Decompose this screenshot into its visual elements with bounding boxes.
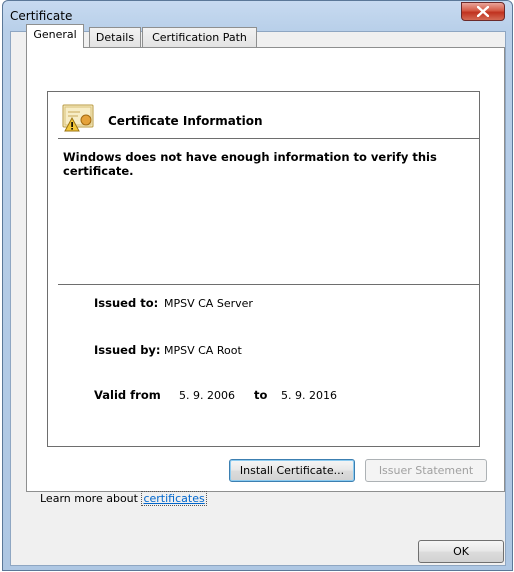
divider [58, 284, 479, 285]
ok-button[interactable]: OK [418, 540, 504, 563]
tab-certification-path[interactable]: Certification Path [142, 27, 257, 47]
valid-to-label: to [254, 388, 268, 402]
divider [58, 138, 479, 139]
window-title: Certificate [10, 9, 73, 23]
issuer-statement-button[interactable]: Issuer Statement [365, 459, 487, 482]
valid-from-label: Valid from [94, 388, 161, 402]
close-icon [477, 6, 489, 17]
certificate-warning-icon [62, 103, 96, 136]
learn-more-text: Learn more about certificates [40, 491, 207, 506]
tab-details[interactable]: Details [89, 27, 141, 47]
install-certificate-label: Install Certificate... [239, 464, 345, 477]
ok-button-label: OK [453, 545, 469, 558]
tab-general[interactable]: General [26, 24, 84, 48]
install-certificate-button[interactable]: Install Certificate... [229, 459, 355, 482]
certificate-information-heading: Certificate Information [108, 114, 263, 128]
tab-details-label: Details [95, 31, 135, 44]
valid-from-value: 5. 9. 2006 [179, 389, 235, 402]
issued-by-value: MPSV CA Root [164, 344, 242, 357]
issued-to-value: MPSV CA Server [164, 297, 253, 310]
issued-to-label: Issued to: [94, 296, 159, 310]
learn-more-prefix: Learn more about [40, 492, 142, 505]
valid-to-value: 5. 9. 2016 [281, 389, 337, 402]
issuer-statement-label: Issuer Statement [378, 464, 474, 477]
tab-certification-path-label: Certification Path [152, 31, 247, 44]
issued-by-label: Issued by: [94, 343, 161, 357]
certificate-status-message: Windows does not have enough information… [63, 150, 437, 178]
certificates-link[interactable]: certificates [141, 491, 207, 506]
close-button[interactable] [461, 2, 505, 21]
tab-general-label: General [33, 28, 77, 41]
